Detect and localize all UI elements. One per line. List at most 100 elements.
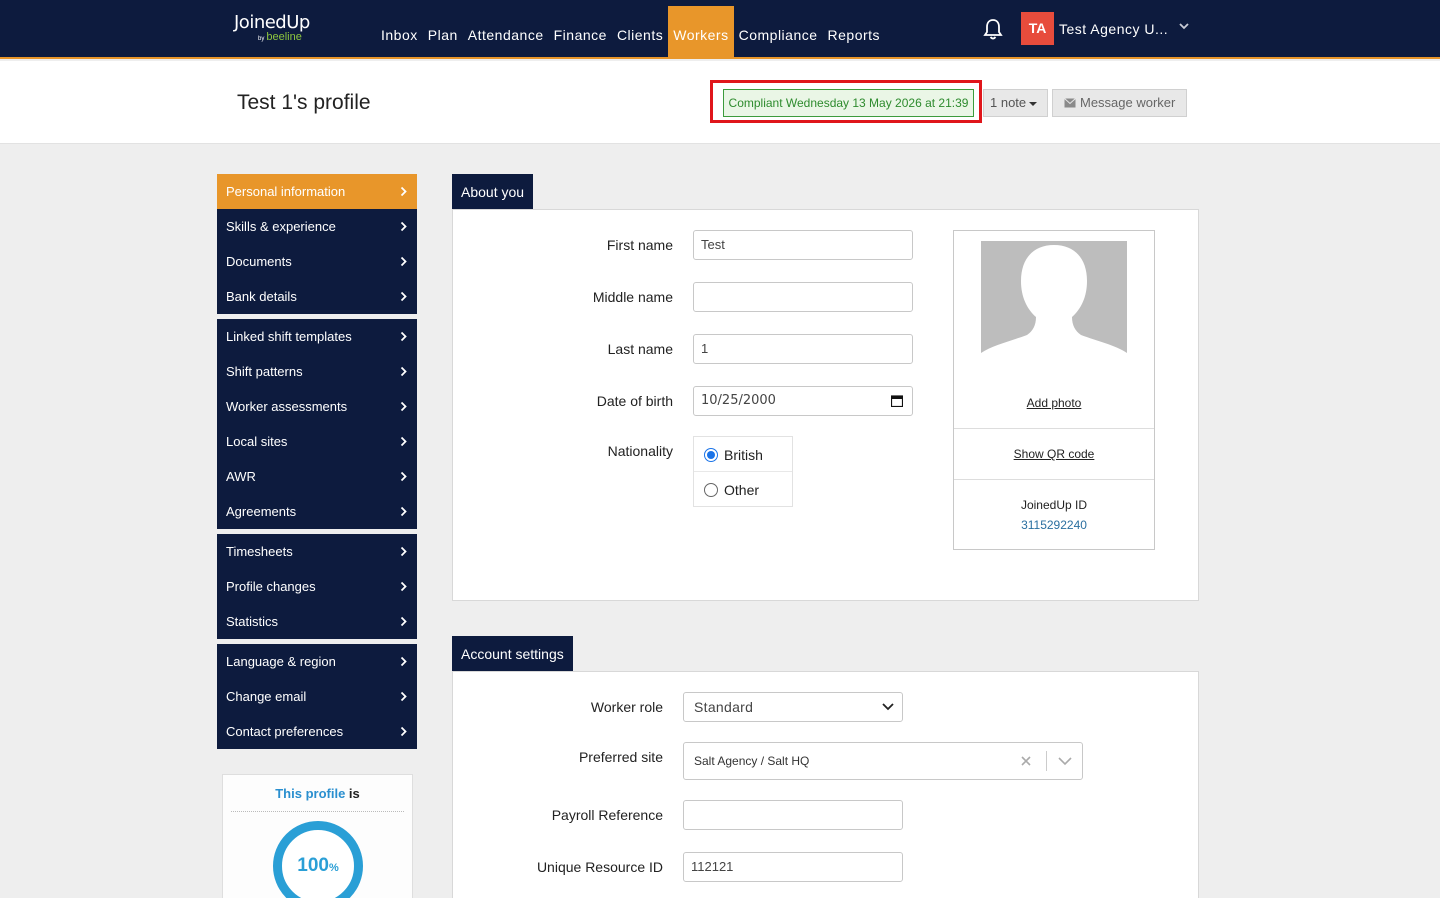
calendar-icon[interactable]	[891, 395, 903, 407]
sidebar-item-bank-details[interactable]: Bank details	[217, 279, 417, 314]
account-settings-tab: Account settings	[452, 636, 573, 678]
nav-item-clients[interactable]: Clients	[612, 6, 668, 59]
person-silhouette-icon	[981, 241, 1127, 387]
nationality-label: Nationality	[607, 443, 673, 459]
show-qr-code-link[interactable]: Show QR code	[954, 447, 1154, 461]
joinedup-logo[interactable]: JoinedUp by beeline	[234, 12, 334, 46]
chevron-right-icon	[400, 256, 407, 267]
notifications-bell-icon[interactable]	[983, 18, 1003, 40]
profile-photo-placeholder	[981, 241, 1127, 387]
sidebar-item-label: Personal information	[226, 184, 346, 199]
profile-completion-card: This profile is 100%	[222, 774, 413, 898]
add-photo-link[interactable]: Add photo	[954, 396, 1154, 410]
user-avatar[interactable]: TA	[1021, 12, 1054, 45]
profile-completion-title: This profile is	[223, 786, 412, 801]
nav-item-attendance[interactable]: Attendance	[463, 6, 549, 59]
radio-other[interactable]	[704, 483, 718, 497]
date-of-birth-label: Date of birth	[596, 393, 673, 409]
caret-down-icon	[1029, 101, 1038, 106]
message-worker-button[interactable]: Message worker	[1052, 89, 1187, 117]
logo-by-text: by	[258, 36, 265, 42]
envelope-icon	[1064, 98, 1076, 108]
nationality-option-british[interactable]: British	[694, 437, 792, 472]
sidebar-item-timesheets[interactable]: Timesheets	[217, 534, 417, 569]
profile-completion-title-highlight: This profile	[275, 786, 346, 801]
chevron-down-icon	[882, 703, 894, 711]
notes-dropdown-button[interactable]: 1 note	[983, 89, 1048, 117]
sidebar-item-label: Statistics	[226, 614, 279, 629]
sidebar-item-language-region[interactable]: Language & region	[217, 644, 417, 679]
nav-item-workers[interactable]: Workers	[668, 6, 734, 59]
profile-completion-title-rest: is	[348, 786, 360, 801]
chevron-right-icon	[400, 726, 407, 737]
last-name-label: Last name	[607, 341, 673, 357]
worker-role-value: Standard	[694, 699, 754, 715]
radio-label-other: Other	[724, 482, 760, 498]
sidebar-item-label: Linked shift templates	[226, 329, 352, 344]
middle-name-input[interactable]	[693, 282, 913, 312]
radio-label-british: British	[724, 447, 763, 463]
preferred-site-combobox[interactable]: Salt Agency / Salt HQ	[683, 742, 1083, 780]
divider	[954, 428, 1154, 429]
radio-british[interactable]	[704, 448, 718, 462]
sidebar-item-change-email[interactable]: Change email	[217, 679, 417, 714]
combo-divider	[1046, 751, 1047, 771]
worker-role-label: Worker role	[590, 699, 663, 715]
first-name-input[interactable]: Test	[693, 230, 913, 260]
chevron-right-icon	[400, 436, 407, 447]
sidebar-item-local-sites[interactable]: Local sites	[217, 424, 417, 459]
chevron-right-icon	[400, 471, 407, 482]
logo-main-text: JoinedUp	[234, 12, 310, 33]
chevron-right-icon	[400, 401, 407, 412]
nav-item-reports[interactable]: Reports	[823, 6, 886, 59]
joinedup-id-label: JoinedUp ID	[1020, 498, 1088, 512]
chevron-right-icon	[400, 581, 407, 592]
nationality-option-other[interactable]: Other	[694, 472, 792, 507]
sidebar-item-skills-experience[interactable]: Skills & experience	[217, 209, 417, 244]
nav-item-compliance[interactable]: Compliance	[734, 6, 823, 59]
profile-sidebar: Personal information Skills & experience D…	[217, 174, 417, 754]
sidebar-item-statistics[interactable]: Statistics	[217, 604, 417, 639]
chevron-right-icon	[400, 506, 407, 517]
about-you-tab: About you	[452, 174, 534, 216]
date-of-birth-value: 10/25/2000	[701, 393, 776, 408]
last-name-input[interactable]: 1	[693, 334, 913, 364]
user-name[interactable]: Test Agency U...	[1059, 21, 1168, 37]
chevron-down-icon[interactable]	[1058, 757, 1072, 766]
sidebar-item-label: Local sites	[226, 434, 288, 449]
sidebar-item-contact-preferences[interactable]: Contact preferences	[217, 714, 417, 749]
sidebar-item-shift-patterns[interactable]: Shift patterns	[217, 354, 417, 389]
chevron-right-icon	[400, 291, 407, 302]
nav-item-plan[interactable]: Plan	[423, 6, 463, 59]
sidebar-item-label: Skills & experience	[226, 219, 336, 234]
nav-item-finance[interactable]: Finance	[549, 6, 612, 59]
sidebar-group: Language & region Change email Contact pre…	[217, 644, 417, 749]
sidebar-item-label: AWR	[226, 469, 256, 484]
sidebar-item-awr[interactable]: AWR	[217, 459, 417, 494]
completion-percent: 100%	[273, 855, 363, 877]
chevron-right-icon	[400, 366, 407, 377]
sidebar-item-profile-changes[interactable]: Profile changes	[217, 569, 417, 604]
unique-resource-id-input[interactable]: 112121	[683, 852, 903, 882]
chevron-down-icon[interactable]	[1177, 19, 1191, 33]
sidebar-group: Timesheets Profile changes Statistics	[217, 534, 417, 639]
sidebar-item-label: Contact preferences	[226, 724, 344, 739]
worker-role-select[interactable]: Standard	[683, 692, 903, 722]
nav-item-inbox[interactable]: Inbox	[376, 6, 423, 59]
sidebar-item-label: Profile changes	[226, 579, 316, 594]
logo-sub-text: by beeline	[258, 31, 302, 43]
sidebar-item-worker-assessments[interactable]: Worker assessments	[217, 389, 417, 424]
payroll-reference-input[interactable]	[683, 800, 903, 830]
first-name-label: First name	[606, 237, 673, 253]
nationality-radio-group: British Other	[693, 436, 793, 507]
sidebar-item-personal-information[interactable]: Personal information	[217, 174, 417, 209]
message-worker-label: Message worker	[1080, 95, 1176, 110]
sidebar-group: Personal information Skills & experience D…	[217, 174, 417, 314]
sidebar-item-documents[interactable]: Documents	[217, 244, 417, 279]
sidebar-item-agreements[interactable]: Agreements	[217, 494, 417, 529]
date-of-birth-input[interactable]: 10/25/2000	[693, 386, 913, 416]
sidebar-item-label: Language & region	[226, 654, 336, 669]
clear-icon[interactable]	[1020, 755, 1032, 767]
compliance-status-badge[interactable]: Compliant Wednesday 13 May 2026 at 21:39	[723, 89, 974, 117]
sidebar-item-linked-shift-templates[interactable]: Linked shift templates	[217, 319, 417, 354]
